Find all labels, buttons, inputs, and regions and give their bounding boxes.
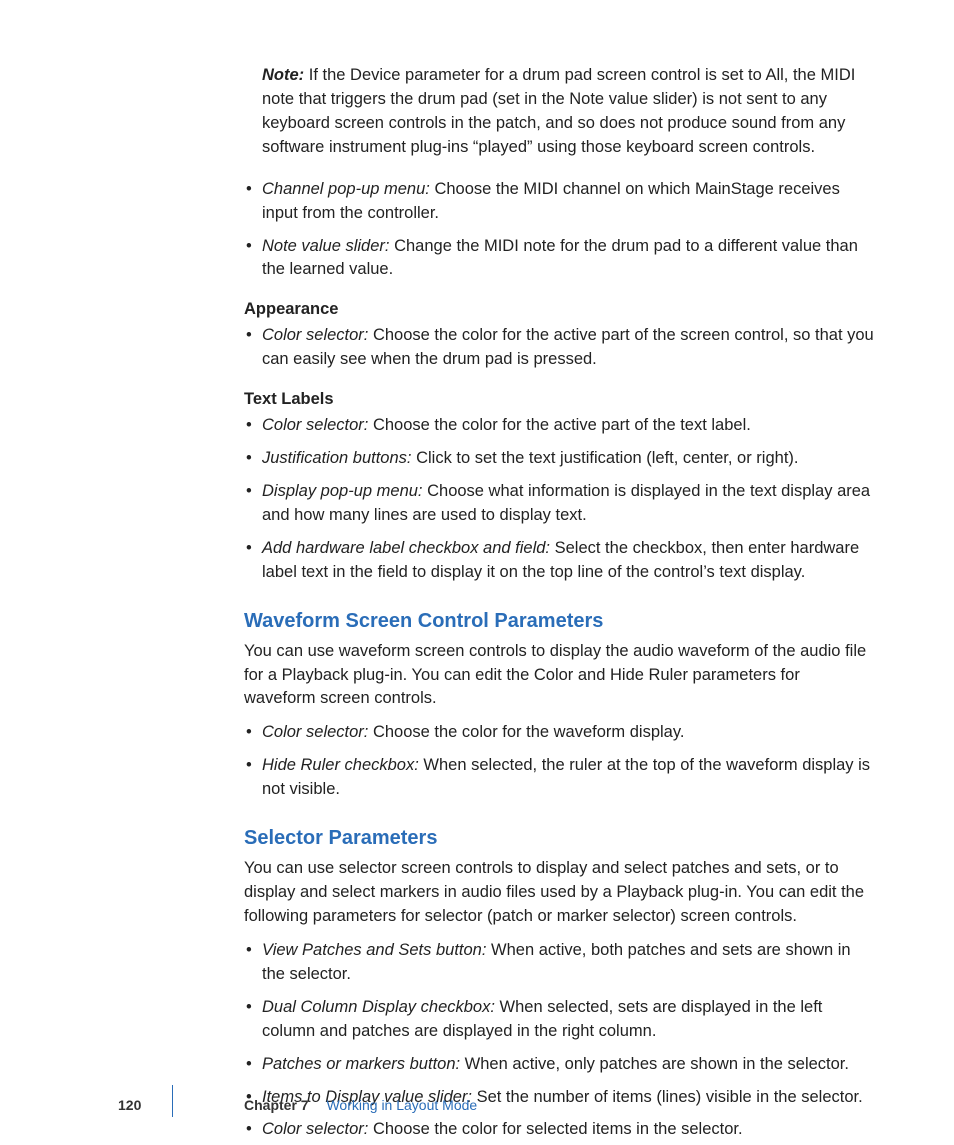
selector-heading: Selector Parameters	[244, 824, 874, 853]
term: Patches or markers button:	[262, 1055, 460, 1073]
list-item: Hide Ruler checkbox: When selected, the …	[244, 754, 874, 802]
term: Justification buttons:	[262, 449, 412, 467]
term: Add hardware label checkbox and field:	[262, 539, 550, 557]
term: View Patches and Sets button:	[262, 941, 486, 959]
waveform-intro: You can use waveform screen controls to …	[244, 640, 874, 712]
top-bullet-list: Channel pop-up menu: Choose the MIDI cha…	[244, 178, 874, 283]
chapter-reference: Chapter 7 Working in Layout Mode	[244, 1097, 477, 1113]
desc: Click to set the text justification (lef…	[412, 449, 799, 467]
list-item: Color selector: Choose the color for the…	[244, 324, 874, 372]
term: Color selector:	[262, 416, 368, 434]
note-text: If the Device parameter for a drum pad s…	[262, 66, 855, 156]
waveform-bullet-list: Color selector: Choose the color for the…	[244, 721, 874, 802]
waveform-heading: Waveform Screen Control Parameters	[244, 607, 874, 636]
body-content: Note: If the Device parameter for a drum…	[244, 64, 874, 1142]
list-item: Color selector: Choose the color for the…	[244, 721, 874, 745]
chapter-label: Chapter 7	[244, 1097, 309, 1113]
page-number: 120	[118, 1097, 141, 1113]
term: Note value slider:	[262, 237, 389, 255]
chapter-title: Working in Layout Mode	[326, 1097, 477, 1113]
desc: Choose the color for the active part of …	[368, 416, 750, 434]
desc: Choose the color for the waveform displa…	[368, 723, 684, 741]
note-paragraph: Note: If the Device parameter for a drum…	[262, 64, 874, 160]
list-item: Add hardware label checkbox and field: S…	[244, 537, 874, 585]
list-item: Patches or markers button: When active, …	[244, 1053, 874, 1077]
document-page: Note: If the Device parameter for a drum…	[0, 0, 954, 1145]
list-item: Channel pop-up menu: Choose the MIDI cha…	[244, 178, 874, 226]
list-item: Justification buttons: Click to set the …	[244, 447, 874, 471]
list-item: View Patches and Sets button: When activ…	[244, 939, 874, 987]
list-item: Note value slider: Change the MIDI note …	[244, 235, 874, 283]
selector-intro: You can use selector screen controls to …	[244, 857, 874, 929]
note-label: Note:	[262, 66, 304, 84]
text-labels-heading: Text Labels	[244, 388, 874, 412]
term: Channel pop-up menu:	[262, 180, 430, 198]
term: Color selector:	[262, 326, 368, 344]
term: Color selector:	[262, 723, 368, 741]
list-item: Display pop-up menu: Choose what informa…	[244, 480, 874, 528]
footer-accent-rule	[172, 1085, 173, 1117]
desc: Set the number of items (lines) visible …	[472, 1088, 863, 1106]
term: Dual Column Display checkbox:	[262, 998, 495, 1016]
appearance-bullet-list: Color selector: Choose the color for the…	[244, 324, 874, 372]
term: Color selector:	[262, 1120, 368, 1138]
list-item: Dual Column Display checkbox: When selec…	[244, 996, 874, 1044]
list-item: Color selector: Choose the color for sel…	[244, 1118, 874, 1142]
term: Hide Ruler checkbox:	[262, 756, 419, 774]
list-item: Color selector: Choose the color for the…	[244, 414, 874, 438]
text-labels-bullet-list: Color selector: Choose the color for the…	[244, 414, 874, 585]
term: Display pop-up menu:	[262, 482, 423, 500]
desc: When active, only patches are shown in t…	[460, 1055, 849, 1073]
desc: Choose the color for selected items in t…	[368, 1120, 742, 1138]
appearance-heading: Appearance	[244, 298, 874, 322]
